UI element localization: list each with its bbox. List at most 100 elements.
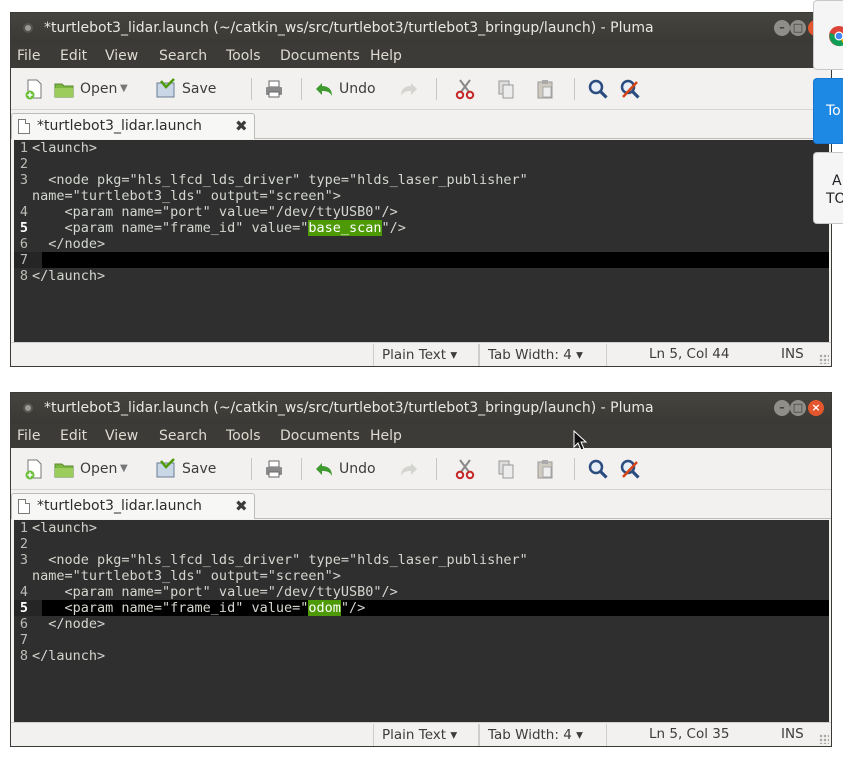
code-line[interactable]: 7 [14, 252, 32, 268]
menu-search[interactable]: Search [159, 44, 207, 68]
code-line-wrapped[interactable]: name="turtlebot3_lds" output="screen"> [14, 568, 341, 584]
code-line[interactable]: 6 </node> [14, 616, 105, 632]
minimize-button[interactable]: – [774, 20, 790, 36]
print-button[interactable] [261, 456, 287, 482]
copy-button[interactable] [493, 456, 519, 482]
code-line[interactable]: 1 <launch> [14, 520, 97, 536]
undo-button[interactable]: Undo [313, 76, 393, 102]
title-bar[interactable]: *turtlebot3_lidar.launch (~/catkin_ws/sr… [11, 393, 831, 424]
find-replace-button[interactable] [617, 76, 643, 102]
menu-file[interactable]: File [17, 44, 40, 68]
code-text: <param name="port" value="/dev/ttyUSB0"/… [32, 584, 398, 600]
code-line-current[interactable]: 5 <param name="frame_id" value="base_sca… [14, 220, 406, 236]
line-number: 4 [19, 584, 28, 600]
save-button[interactable]: Save [155, 76, 241, 102]
current-line-highlight [42, 252, 829, 268]
new-document-icon [25, 79, 42, 100]
menu-help[interactable]: Help [370, 44, 402, 68]
menu-documents[interactable]: Documents [280, 424, 360, 448]
menu-edit[interactable]: Edit [60, 44, 87, 68]
tab-turtlebot3-lidar-launch[interactable]: *turtlebot3_lidar.launch ✖ [11, 493, 255, 519]
copy-button[interactable] [493, 76, 519, 102]
code-line[interactable]: 3 <node pkg="hls_lfcd_lds_driver" type="… [14, 172, 528, 188]
find-button[interactable] [585, 76, 611, 102]
code-line[interactable]: 4 <param name="port" value="/dev/ttyUSB0… [14, 584, 398, 600]
toolbar: Open ▼ Save Undo [11, 68, 831, 110]
line-number: 1 [19, 520, 28, 536]
code-line[interactable]: 2 [14, 156, 32, 172]
menu-file[interactable]: File [17, 424, 40, 448]
menu-tools[interactable]: Tools [226, 424, 261, 448]
maximize-button[interactable]: □ [790, 20, 806, 36]
code-line-current[interactable]: 5 <param name="frame_id" value="odom"/> [14, 600, 365, 616]
side-panel-item[interactable]: A TO [813, 152, 843, 224]
find-replace-button[interactable] [617, 456, 643, 482]
title-bar[interactable]: *turtlebot3_lidar.launch (~/catkin_ws/sr… [11, 13, 831, 44]
open-label: Open [80, 81, 118, 97]
resize-grip[interactable] [819, 354, 829, 364]
code-line[interactable]: 2 [14, 536, 32, 552]
save-button[interactable]: Save [155, 456, 241, 482]
tab-turtlebot3-lidar-launch[interactable]: *turtlebot3_lidar.launch ✖ [11, 113, 255, 139]
find-button[interactable] [585, 456, 611, 482]
status-bar: Plain Text ▾ Tab Width: 4 ▾ Ln 5, Col 44… [11, 342, 831, 366]
code-line[interactable]: 7 [14, 632, 32, 648]
new-button[interactable] [21, 76, 47, 102]
tab-label: *turtlebot3_lidar.launch [37, 498, 202, 514]
undo-button[interactable]: Undo [313, 456, 393, 482]
language-selector[interactable]: Plain Text ▾ [373, 724, 479, 746]
code-text: <param name="frame_id" value=" [32, 220, 309, 236]
tab-width-selector[interactable]: Tab Width: 4 ▾ [479, 724, 607, 746]
code-line-wrapped[interactable]: name="turtlebot3_lds" output="screen"> [14, 188, 341, 204]
open-button[interactable]: Open ▼ [53, 76, 131, 102]
close-window-button[interactable]: × [808, 400, 824, 416]
app-menu-icon[interactable] [23, 23, 33, 33]
print-button[interactable] [261, 76, 287, 102]
redo-button[interactable] [396, 76, 422, 102]
resize-grip[interactable] [819, 734, 829, 744]
menu-view[interactable]: View [105, 424, 138, 448]
menu-documents[interactable]: Documents [280, 44, 360, 68]
language-selector[interactable]: Plain Text ▾ [373, 344, 479, 366]
code-line[interactable]: 8 </launch> [14, 648, 105, 664]
minimize-button[interactable]: – [774, 400, 790, 416]
code-line[interactable]: 3 <node pkg="hls_lfcd_lds_driver" type="… [14, 552, 528, 568]
code-line[interactable]: 8 </launch> [14, 268, 105, 284]
code-text: </node> [32, 616, 106, 632]
maximize-button[interactable]: □ [790, 400, 806, 416]
code-line[interactable]: 1 <launch> [14, 140, 97, 156]
close-tab-icon[interactable]: ✖ [235, 114, 248, 139]
menu-edit[interactable]: Edit [60, 424, 87, 448]
tab-width-selector[interactable]: Tab Width: 4 ▾ [479, 344, 607, 366]
paste-button[interactable] [532, 456, 558, 482]
paste-button[interactable] [532, 76, 558, 102]
new-button[interactable] [21, 456, 47, 482]
chevron-down-icon[interactable]: ▼ [120, 76, 128, 102]
line-number: 7 [19, 632, 28, 648]
code-line[interactable]: 4 <param name="port" value="/dev/ttyUSB0… [14, 204, 398, 220]
app-menu-icon[interactable] [23, 403, 33, 413]
menu-view[interactable]: View [105, 44, 138, 68]
cut-button[interactable] [452, 456, 478, 482]
text-editor[interactable]: 1 <launch> 2 3 <node pkg="hls_lfcd_lds_dr… [14, 520, 829, 722]
menu-help[interactable]: Help [370, 424, 402, 448]
selected-text[interactable]: base_scan [308, 220, 382, 236]
side-panel-item-active[interactable]: To [813, 78, 843, 144]
redo-button[interactable] [396, 456, 422, 482]
side-panel-item-app[interactable] [813, 0, 843, 70]
menu-search[interactable]: Search [159, 424, 207, 448]
close-tab-icon[interactable]: ✖ [235, 494, 248, 519]
menu-tools[interactable]: Tools [226, 44, 261, 68]
undo-label: Undo [339, 461, 376, 477]
text-editor[interactable]: 1 <launch> 2 3 <node pkg="hls_lfcd_lds_dr… [14, 140, 829, 342]
chevron-down-icon[interactable]: ▼ [120, 456, 128, 482]
cut-button[interactable] [452, 76, 478, 102]
tab-label: *turtlebot3_lidar.launch [37, 118, 202, 134]
redo-arrow-icon [401, 463, 417, 476]
line-number: 7 [19, 252, 28, 268]
selected-text[interactable]: odom [308, 600, 341, 616]
language-label: Plain Text ▾ [382, 347, 458, 363]
open-button[interactable]: Open ▼ [53, 456, 131, 482]
search-icon [588, 79, 608, 99]
code-line[interactable]: 6 </node> [14, 236, 105, 252]
